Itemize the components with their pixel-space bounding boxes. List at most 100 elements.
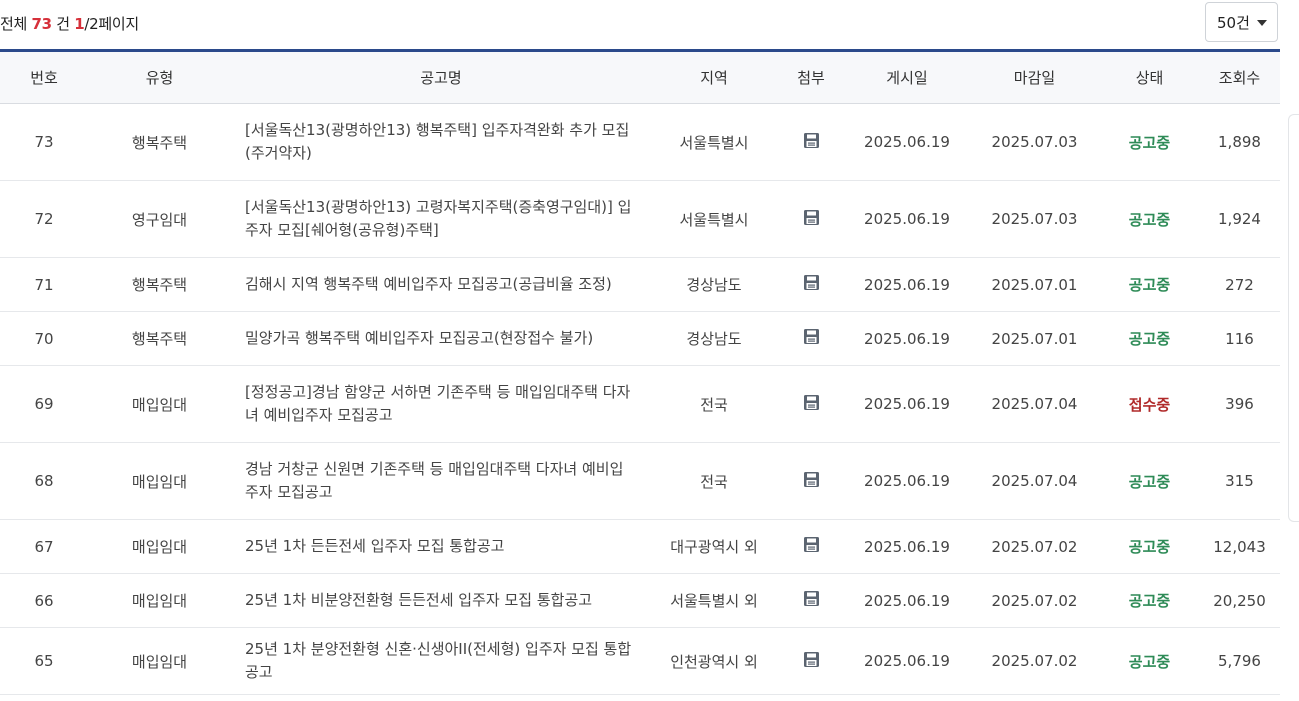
cell-number: 69 <box>0 365 88 443</box>
status-badge: 공고중 <box>1100 442 1199 520</box>
cell-views: 1,924 <box>1199 180 1280 258</box>
cell-region: 서울특별시 <box>651 103 777 181</box>
cell-deadline: 2025.07.04 <box>969 442 1100 520</box>
page-size-value: 50건 <box>1217 13 1250 32</box>
save-file-icon[interactable] <box>803 132 820 153</box>
table-row[interactable]: 73 행복주택 [서울독산13(광명하안13) 행복주택] 입주자격완화 추가 모집… <box>0 103 1280 181</box>
notice-title-link[interactable]: 25년 1차 든든전세 입주자 모집 통합공고 <box>231 519 651 574</box>
column-header: 조회수 <box>1199 49 1280 104</box>
cell-posted-date: 2025.06.19 <box>845 103 969 181</box>
cell-region: 서울특별시 <box>651 180 777 258</box>
table-row[interactable]: 70 행복주택 밀양가곡 행복주택 예비입주자 모집공고(현장접수 불가) 경상남도 2… <box>0 311 1280 366</box>
save-file-icon[interactable] <box>803 394 820 415</box>
cell-deadline: 2025.07.04 <box>969 365 1100 443</box>
cell-deadline: 2025.07.03 <box>969 103 1100 181</box>
cell-type: 매입임대 <box>88 573 231 628</box>
current-page: 1 <box>74 15 85 33</box>
save-file-icon[interactable] <box>803 209 820 230</box>
cell-attachment[interactable] <box>777 103 845 181</box>
cell-views: 396 <box>1199 365 1280 443</box>
notice-title-link[interactable]: 25년 1차 비분양전환형 든든전세 입주자 모집 통합공고 <box>231 573 651 628</box>
page-size-select[interactable]: 50건 <box>1205 2 1278 42</box>
column-header: 마감일 <box>969 49 1100 104</box>
save-file-icon[interactable] <box>803 328 820 349</box>
cell-type: 매입임대 <box>88 365 231 443</box>
cell-attachment[interactable] <box>777 573 845 628</box>
cell-attachment[interactable] <box>777 257 845 312</box>
table-row[interactable]: 69 매입임대 [정정공고]경남 함양군 서하면 기존주택 등 매입임대주택 다자녀… <box>0 365 1280 443</box>
table-row[interactable]: 66 매입임대 25년 1차 비분양전환형 든든전세 입주자 모집 통합공고 서울특별… <box>0 573 1280 628</box>
cell-deadline: 2025.07.03 <box>969 180 1100 258</box>
cell-views: 315 <box>1199 442 1280 520</box>
notice-title-link[interactable]: [정정공고]경남 함양군 서하면 기존주택 등 매입임대주택 다자녀 예비입주자… <box>231 365 651 443</box>
cell-number: 68 <box>0 442 88 520</box>
notice-title-link[interactable]: [서울독산13(광명하안13) 행복주택] 입주자격완화 추가 모집(주거약자) <box>231 103 651 181</box>
cell-views: 116 <box>1199 311 1280 366</box>
cell-region: 전국 <box>651 442 777 520</box>
status-badge: 접수중 <box>1100 365 1199 443</box>
table-row[interactable]: 72 영구임대 [서울독산13(광명하안13) 고령자복지주택(증축영구임대)] 입… <box>0 180 1280 258</box>
cell-views: 272 <box>1199 257 1280 312</box>
save-file-icon[interactable] <box>803 590 820 611</box>
result-summary: 전체 73 건 1/2페이지 <box>0 13 139 34</box>
cell-deadline: 2025.07.01 <box>969 311 1100 366</box>
notice-title-link[interactable]: 25년 1차 분양전환형 신혼·신생아ⅠⅠ(전세형) 입주자 모집 통합공고 <box>231 627 651 695</box>
cell-views: 12,043 <box>1199 519 1280 574</box>
save-file-icon[interactable] <box>803 274 820 295</box>
column-header: 첨부 <box>777 49 845 104</box>
total-unit: 건 <box>56 15 70 33</box>
save-file-icon[interactable] <box>803 471 820 492</box>
cell-region: 경상남도 <box>651 311 777 366</box>
cell-attachment[interactable] <box>777 519 845 574</box>
cell-attachment[interactable] <box>777 627 845 695</box>
cell-attachment[interactable] <box>777 311 845 366</box>
table-header-row: 번호 유형 공고명 지역 첨부 게시일 마감일 상태 조회수 <box>0 49 1280 104</box>
notice-title-link[interactable]: [서울독산13(광명하안13) 고령자복지주택(증축영구임대)] 입주자 모집[… <box>231 180 651 258</box>
status-badge: 공고중 <box>1100 180 1199 258</box>
cell-region: 경상남도 <box>651 257 777 312</box>
save-file-icon[interactable] <box>803 651 820 672</box>
cell-views: 5,796 <box>1199 627 1280 695</box>
table-row[interactable]: 67 매입임대 25년 1차 든든전세 입주자 모집 통합공고 대구광역시 외 2025… <box>0 519 1280 574</box>
cell-type: 매입임대 <box>88 627 231 695</box>
table-row[interactable]: 71 행복주택 김해시 지역 행복주택 예비입주자 모집공고(공급비율 조정) 경상남… <box>0 257 1280 312</box>
cell-posted-date: 2025.06.19 <box>845 257 969 312</box>
cell-posted-date: 2025.06.19 <box>845 442 969 520</box>
cell-number: 70 <box>0 311 88 366</box>
column-header: 지역 <box>651 49 777 104</box>
cell-attachment[interactable] <box>777 442 845 520</box>
column-header: 유형 <box>88 49 231 104</box>
notice-table: 번호 유형 공고명 지역 첨부 게시일 마감일 상태 조회수 73 행복주택 [서울… <box>0 49 1280 695</box>
save-file-icon[interactable] <box>803 536 820 557</box>
status-badge: 공고중 <box>1100 257 1199 312</box>
cell-posted-date: 2025.06.19 <box>845 180 969 258</box>
chevron-down-icon <box>1257 20 1267 26</box>
table-row[interactable]: 65 매입임대 25년 1차 분양전환형 신혼·신생아ⅠⅠ(전세형) 입주자 모집 … <box>0 627 1280 695</box>
notice-title-link[interactable]: 경남 거창군 신원면 기존주택 등 매입임대주택 다자녀 예비입주자 모집공고 <box>231 442 651 520</box>
notice-title-link[interactable]: 밀양가곡 행복주택 예비입주자 모집공고(현장접수 불가) <box>231 311 651 366</box>
status-badge: 공고중 <box>1100 311 1199 366</box>
cell-number: 67 <box>0 519 88 574</box>
cell-type: 행복주택 <box>88 257 231 312</box>
table-row[interactable]: 68 매입임대 경남 거창군 신원면 기존주택 등 매입임대주택 다자녀 예비입주자… <box>0 442 1280 520</box>
cell-attachment[interactable] <box>777 180 845 258</box>
cell-number: 73 <box>0 103 88 181</box>
cell-posted-date: 2025.06.19 <box>845 573 969 628</box>
cell-posted-date: 2025.06.19 <box>845 627 969 695</box>
cell-posted-date: 2025.06.19 <box>845 365 969 443</box>
cell-type: 영구임대 <box>88 180 231 258</box>
status-badge: 공고중 <box>1100 627 1199 695</box>
cell-number: 71 <box>0 257 88 312</box>
cell-attachment[interactable] <box>777 365 845 443</box>
notice-title-link[interactable]: 김해시 지역 행복주택 예비입주자 모집공고(공급비율 조정) <box>231 257 651 312</box>
cell-number: 66 <box>0 573 88 628</box>
cell-type: 매입임대 <box>88 442 231 520</box>
column-header: 게시일 <box>845 49 969 104</box>
cell-region: 서울특별시 외 <box>651 573 777 628</box>
status-badge: 공고중 <box>1100 103 1199 181</box>
column-header: 번호 <box>0 49 88 104</box>
column-header: 상태 <box>1100 49 1199 104</box>
cell-type: 행복주택 <box>88 311 231 366</box>
cell-deadline: 2025.07.02 <box>969 627 1100 695</box>
summary-prefix: 전체 <box>0 15 28 33</box>
